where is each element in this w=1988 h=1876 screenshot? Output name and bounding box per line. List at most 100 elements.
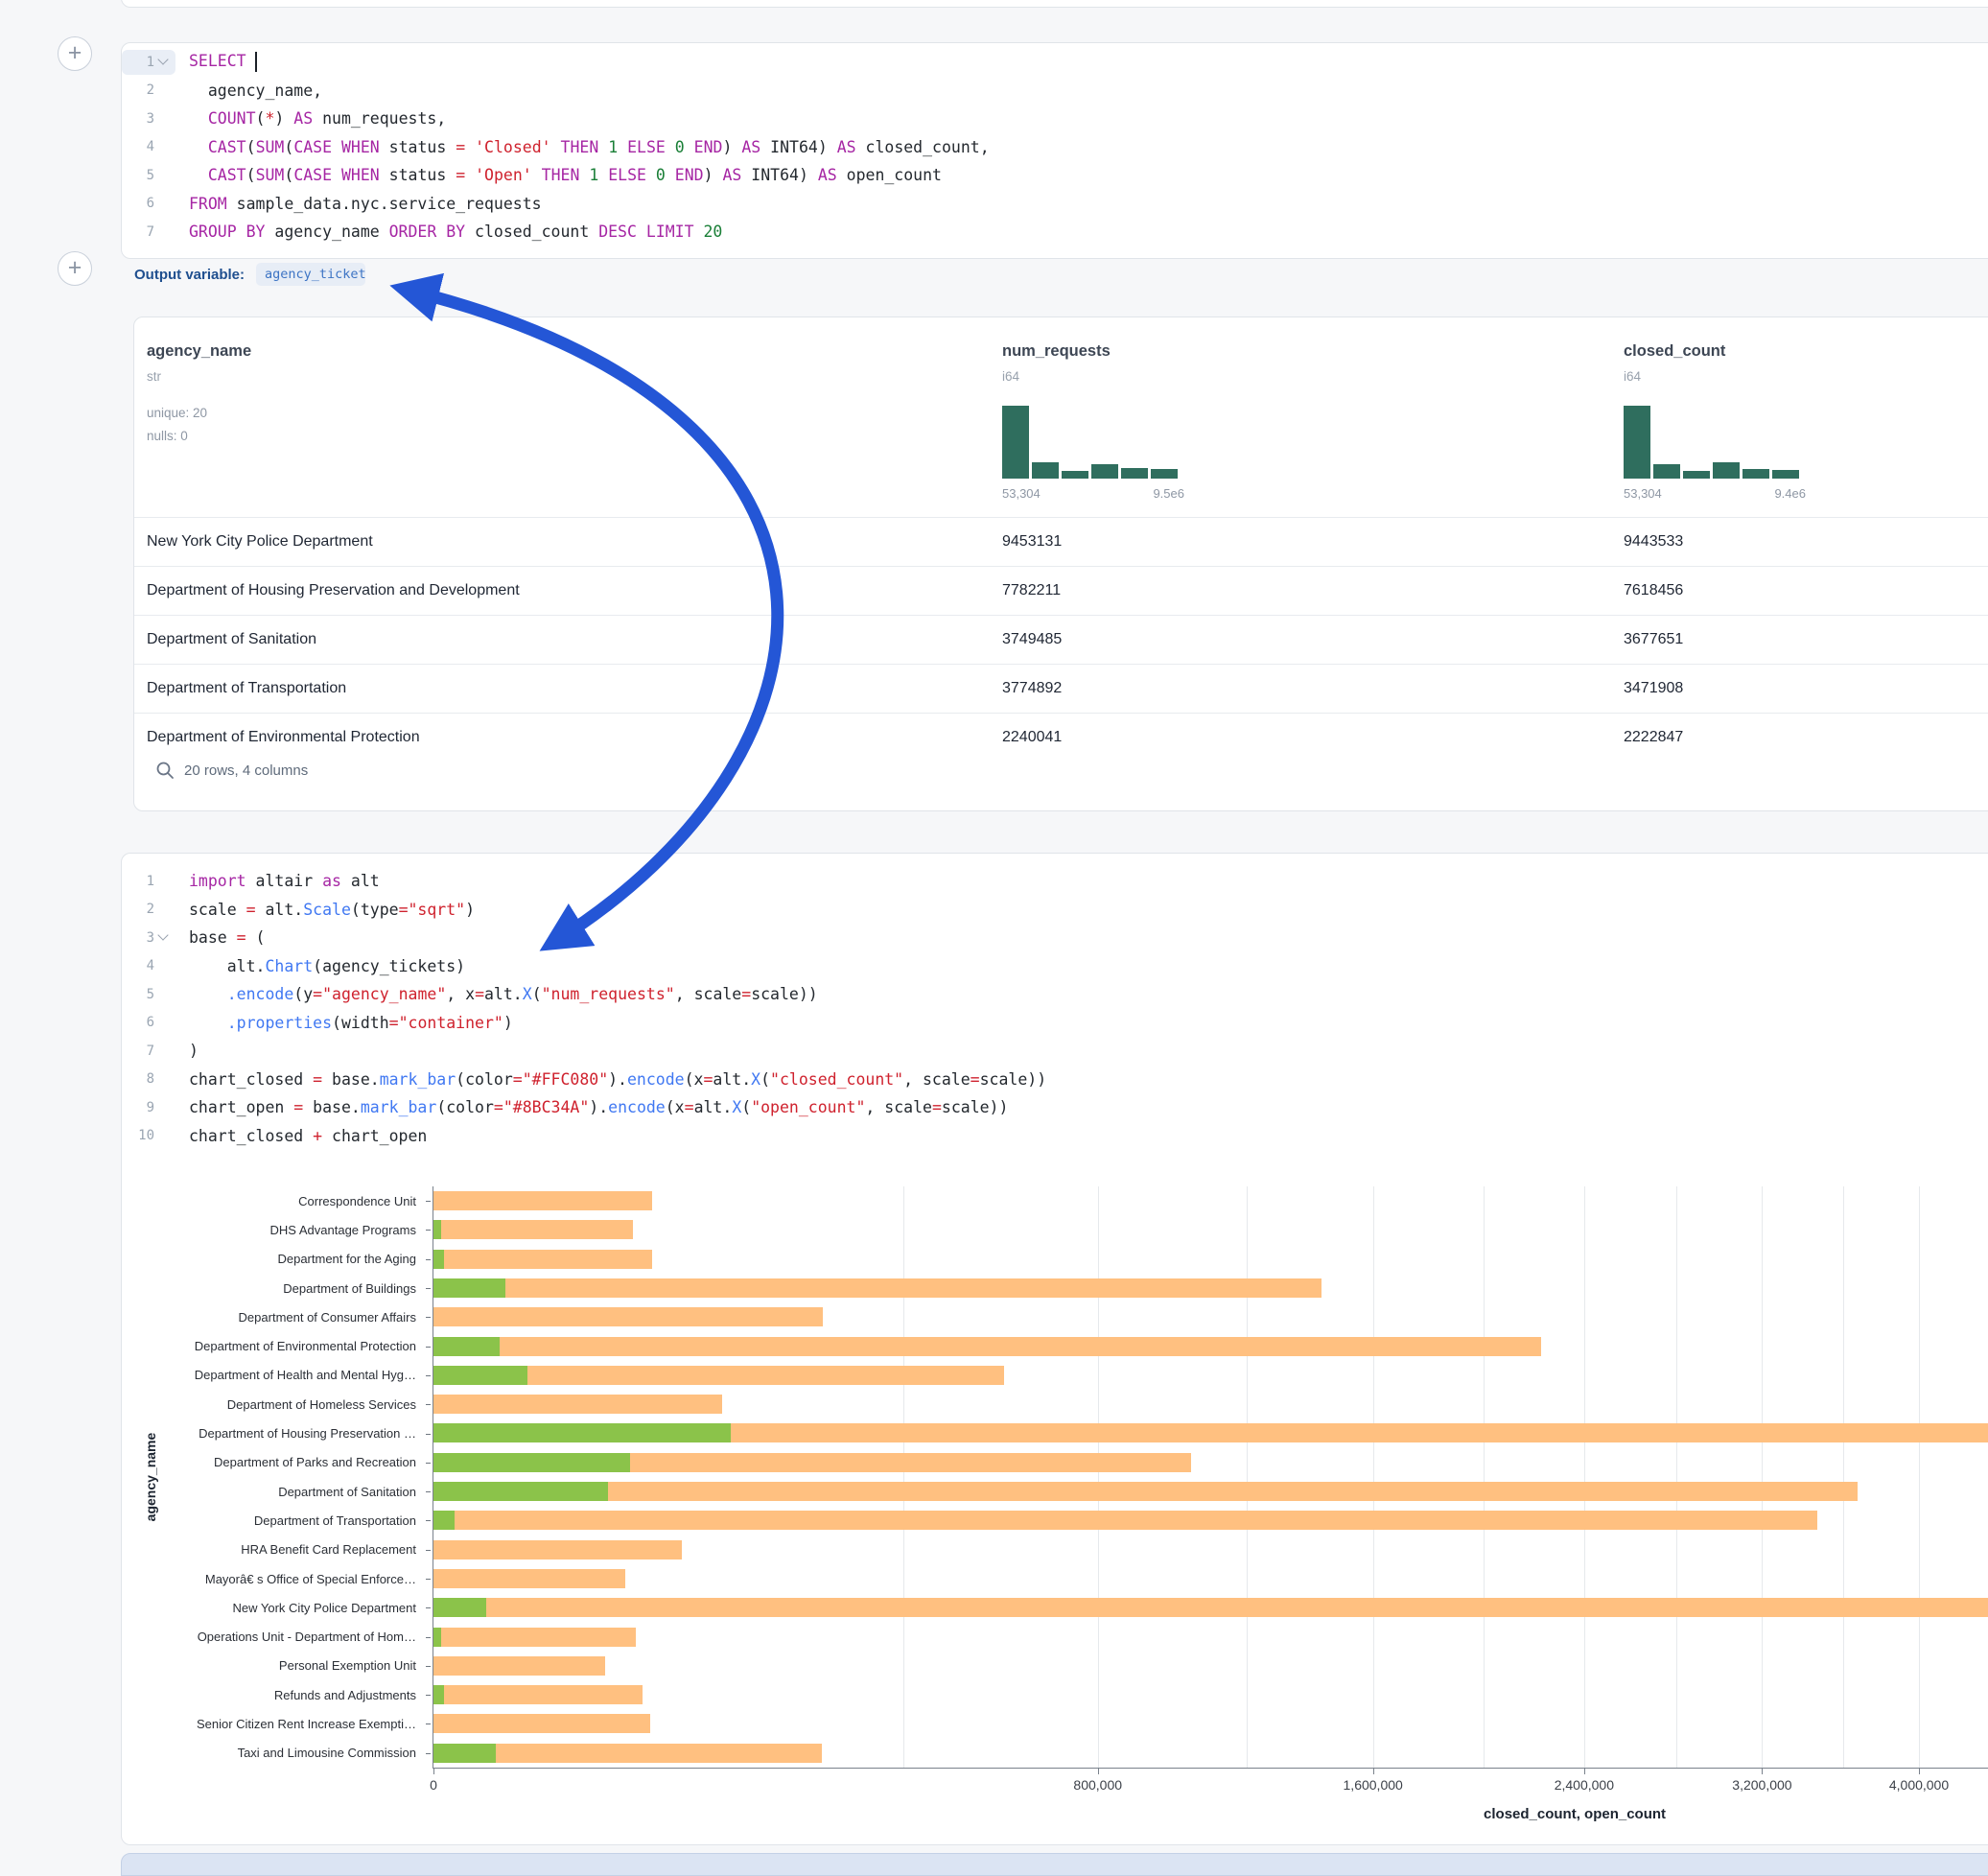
chart-bar-row xyxy=(433,1390,1988,1419)
bar-closed xyxy=(433,1656,605,1676)
chart-bar-row xyxy=(433,1361,1988,1390)
line-number: 10 xyxy=(129,1128,154,1143)
table-cell: New York City Police Department xyxy=(147,518,373,565)
bar-closed xyxy=(433,1220,633,1239)
column-header[interactable]: closed_count xyxy=(1624,342,1725,361)
python-code-editor[interactable]: 1 import altair as alt 2 scale = alt.Scale(… xyxy=(122,867,1988,1150)
x-tick-mark xyxy=(1098,1769,1099,1774)
chart-y-label: Correspondence Unit xyxy=(122,1186,425,1215)
code-text[interactable]: chart_closed = base.mark_bar(color="#FFC… xyxy=(189,1070,1046,1089)
collapse-chevron-icon[interactable] xyxy=(154,928,172,947)
column-meta: unique: 20 xyxy=(147,406,207,420)
text-cursor xyxy=(255,52,257,72)
line-number: 2 xyxy=(129,902,154,917)
line-gutter: 6 xyxy=(122,1010,175,1035)
code-line: 6FROM sample_data.nyc.service_requests xyxy=(122,190,1988,219)
output-variable-chip[interactable]: agency_tickets xyxy=(256,263,365,286)
next-cell-top-edge xyxy=(121,1853,1988,1876)
bar-open xyxy=(433,1628,441,1647)
table-cell: Department of Housing Preservation and D… xyxy=(147,567,520,614)
code-text[interactable]: CAST(SUM(CASE WHEN status = 'Open' THEN … xyxy=(189,166,942,184)
bar-open xyxy=(433,1220,441,1239)
table-cell: Department of Transportation xyxy=(147,665,346,712)
code-line: 2 agency_name, xyxy=(122,77,1988,106)
code-line: 10 chart_closed + chart_open xyxy=(122,1122,1988,1151)
chart-y-label: Mayorâ€ s Office of Special Enforce… xyxy=(122,1564,425,1593)
x-tick-mark xyxy=(1919,1769,1920,1774)
code-text[interactable]: GROUP BY agency_name ORDER BY closed_cou… xyxy=(189,223,722,241)
table-cell: 3677651 xyxy=(1624,616,1683,663)
table-cell: 3749485 xyxy=(1002,616,1062,663)
code-text[interactable]: SELECT xyxy=(189,52,257,72)
code-text[interactable]: FROM sample_data.nyc.service_requests xyxy=(189,195,542,213)
line-number: 1 xyxy=(129,874,154,889)
collapse-chevron-icon[interactable] xyxy=(154,53,172,71)
bar-closed xyxy=(433,1482,1858,1501)
code-text[interactable]: chart_open = base.mark_bar(color="#8BC34… xyxy=(189,1098,1008,1116)
code-line: 3base = ( xyxy=(122,924,1988,952)
line-gutter: 7 xyxy=(122,1039,175,1064)
chart-y-label: Taxi and Limousine Commission xyxy=(122,1739,425,1768)
column-histogram xyxy=(1624,404,1799,479)
x-tick-label: 0 xyxy=(430,1777,437,1793)
line-gutter: 1 xyxy=(122,50,175,75)
column-header[interactable]: num_requests xyxy=(1002,342,1111,361)
chart-bar-row xyxy=(433,1709,1988,1738)
line-number: 7 xyxy=(129,224,154,240)
x-tick-label: 2,400,000 xyxy=(1555,1777,1614,1793)
x-tick-label: 1,600,000 xyxy=(1344,1777,1403,1793)
code-text[interactable]: .properties(width="container") xyxy=(189,1014,513,1032)
code-line: 1 SELECT xyxy=(122,48,1988,77)
code-text[interactable]: ) xyxy=(189,1042,199,1060)
column-header[interactable]: agency_name xyxy=(147,342,251,361)
code-text[interactable]: alt.Chart(agency_tickets) xyxy=(189,957,465,975)
bar-closed xyxy=(433,1685,643,1704)
search-icon[interactable] xyxy=(155,761,175,780)
table-row: Department of Transportation377489234719… xyxy=(134,664,1988,713)
table-row: New York City Police Department945313194… xyxy=(134,517,1988,566)
code-text[interactable]: .encode(y="agency_name", x=alt.X("num_re… xyxy=(189,985,818,1003)
chart-y-label: Department of Housing Preservation … xyxy=(122,1419,425,1447)
code-text[interactable]: CAST(SUM(CASE WHEN status = 'Closed' THE… xyxy=(189,138,990,156)
code-text[interactable]: import altair as alt xyxy=(189,872,380,890)
add-cell-button[interactable]: + xyxy=(58,36,92,71)
chart-bar-row xyxy=(433,1332,1988,1361)
bar-closed xyxy=(433,1540,682,1559)
python-cell: 1 import altair as alt 2 scale = alt.Scale(… xyxy=(121,853,1988,1845)
bar-open xyxy=(433,1511,455,1530)
line-gutter: 3 xyxy=(122,106,175,131)
code-line: 6 .properties(width="container") xyxy=(122,1009,1988,1038)
chart-y-label: Refunds and Adjustments xyxy=(122,1680,425,1709)
column-type: i64 xyxy=(1624,369,1641,384)
code-text[interactable]: scale = alt.Scale(type="sqrt") xyxy=(189,901,475,919)
table-cell: 9453131 xyxy=(1002,518,1062,565)
code-text[interactable]: chart_closed + chart_open xyxy=(189,1127,427,1145)
line-number: 4 xyxy=(129,139,154,154)
bar-open xyxy=(433,1482,608,1501)
line-number: 3 xyxy=(129,111,154,127)
column-type: str xyxy=(147,369,161,384)
chart-y-label: Senior Citizen Rent Increase Exempti… xyxy=(122,1709,425,1738)
code-line: 4 CAST(SUM(CASE WHEN status = 'Closed' T… xyxy=(122,133,1988,162)
histogram-range: 53,3049.4e6 xyxy=(1624,486,1806,501)
x-tick-mark xyxy=(1762,1769,1763,1774)
add-cell-button[interactable]: + xyxy=(58,251,92,286)
line-number: 6 xyxy=(129,1015,154,1030)
code-text[interactable]: base = ( xyxy=(189,928,265,947)
code-line: 4 alt.Chart(agency_tickets) xyxy=(122,952,1988,981)
chart-y-label: Department of Homeless Services xyxy=(122,1390,425,1419)
chart-y-label: Department of Sanitation xyxy=(122,1477,425,1506)
chart-bar-row xyxy=(433,1186,1988,1215)
chart-bar-row xyxy=(433,1593,1988,1622)
table-body: New York City Police Department945313194… xyxy=(134,517,1988,762)
code-line: 1 import altair as alt xyxy=(122,867,1988,896)
bar-closed xyxy=(433,1569,625,1588)
code-line: 9chart_open = base.mark_bar(color="#8BC3… xyxy=(122,1093,1988,1122)
bar-closed xyxy=(433,1598,1988,1617)
sql-code-editor[interactable]: 1 SELECT 2 agency_name, 3 COUNT(*) AS num_r… xyxy=(122,48,1988,246)
code-text[interactable]: COUNT(*) AS num_requests, xyxy=(189,109,446,128)
line-gutter: 10 xyxy=(122,1123,175,1148)
chart-bar-row xyxy=(433,1680,1988,1709)
code-text[interactable]: agency_name, xyxy=(189,82,322,100)
line-gutter: 5 xyxy=(122,982,175,1007)
